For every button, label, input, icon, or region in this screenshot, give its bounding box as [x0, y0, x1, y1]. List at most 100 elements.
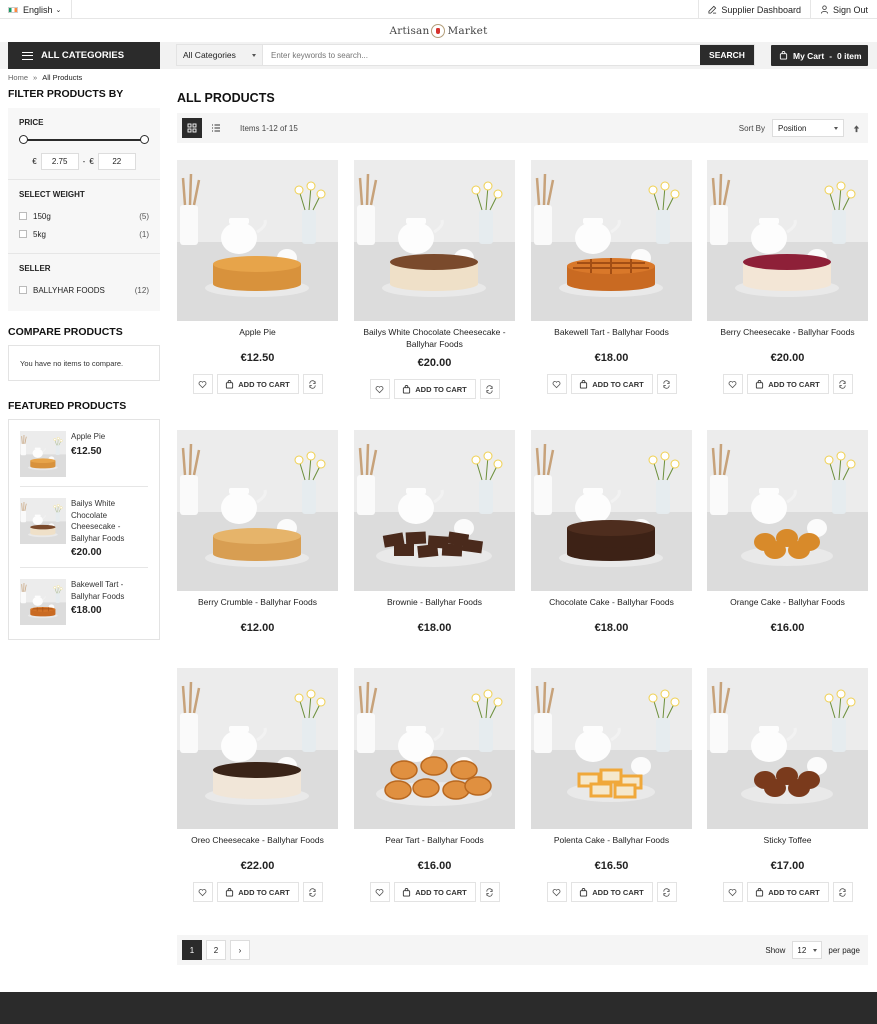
product-name[interactable]: Sticky Toffee	[707, 834, 868, 846]
weight-option[interactable]: 150g (5)	[19, 207, 149, 225]
search-button[interactable]: SEARCH	[700, 45, 754, 65]
add-to-cart-button[interactable]: ADD TO CART	[746, 374, 829, 394]
compare-button[interactable]	[656, 374, 677, 394]
limit-select[interactable]: 12	[792, 941, 823, 959]
search-category-select[interactable]: All Categories	[177, 45, 263, 65]
breadcrumb-home[interactable]: Home	[8, 73, 28, 82]
product-image[interactable]	[354, 160, 515, 321]
product-image[interactable]	[531, 430, 692, 591]
add-to-cart-button[interactable]: ADD TO CART	[570, 882, 653, 902]
wishlist-button[interactable]	[192, 374, 213, 394]
product-name[interactable]: Bakewell Tart - Ballyhar Foods	[531, 326, 692, 338]
product-image[interactable]	[707, 160, 868, 321]
featured-product-image[interactable]	[20, 579, 66, 625]
price-range-separator: -	[82, 157, 86, 166]
add-to-cart-button[interactable]: ADD TO CART	[216, 882, 299, 902]
product-image[interactable]	[177, 430, 338, 591]
product-image[interactable]	[177, 668, 338, 829]
product-image[interactable]	[354, 668, 515, 829]
product-name[interactable]: Chocolate Cake - Ballyhar Foods	[531, 596, 692, 608]
add-to-cart-button[interactable]: ADD TO CART	[393, 882, 476, 902]
sort-select[interactable]: Position	[772, 119, 844, 137]
checkbox[interactable]	[19, 230, 27, 238]
featured-product-name[interactable]: Apple Pie	[71, 431, 105, 443]
compare-button[interactable]	[656, 882, 677, 902]
product-card: Sticky Toffee €17.00 ADD TO CART	[707, 668, 868, 902]
price-slider[interactable]	[19, 135, 149, 145]
wishlist-button[interactable]	[369, 882, 390, 902]
cart-button[interactable]: My Cart - 0 item	[771, 45, 868, 66]
supplier-dashboard-link[interactable]: Supplier Dashboard	[698, 0, 810, 19]
site-logo[interactable]: Artisan Market	[0, 20, 877, 42]
featured-product[interactable]: Apple Pie €12.50	[20, 420, 148, 487]
all-categories-button[interactable]: ALL CATEGORIES	[8, 42, 160, 69]
product-image[interactable]	[177, 160, 338, 321]
compare-button[interactable]	[302, 374, 323, 394]
product-image[interactable]	[707, 668, 868, 829]
page-1-button[interactable]: 1	[182, 940, 202, 960]
product-actions: ADD TO CART	[177, 882, 338, 902]
price-slider-min-handle[interactable]	[19, 135, 28, 144]
product-name[interactable]: Bailys White Chocolate Cheesecake - Ball…	[354, 326, 515, 350]
product-name[interactable]: Pear Tart - Ballyhar Foods	[354, 834, 515, 846]
featured-product-image[interactable]	[20, 431, 66, 477]
wishlist-button[interactable]	[722, 882, 743, 902]
product-image[interactable]	[531, 160, 692, 321]
product-image[interactable]	[707, 430, 868, 591]
sort-direction-button[interactable]	[849, 121, 863, 135]
wishlist-button[interactable]	[546, 882, 567, 902]
product-image[interactable]	[531, 668, 692, 829]
add-to-cart-button[interactable]: ADD TO CART	[746, 882, 829, 902]
sort-value: Position	[778, 123, 807, 133]
wishlist-button[interactable]	[369, 379, 390, 399]
add-to-cart-button[interactable]: ADD TO CART	[216, 374, 299, 394]
product-price: €12.50	[240, 352, 275, 364]
featured-product[interactable]: Bailys White Chocolate Cheesecake - Ball…	[20, 487, 148, 568]
product-image[interactable]	[354, 430, 515, 591]
price-slider-max-handle[interactable]	[140, 135, 149, 144]
featured-product-name[interactable]: Bailys White Chocolate Cheesecake - Ball…	[71, 498, 148, 544]
language-switcher[interactable]: English ⌄	[8, 0, 73, 19]
weight-option-label: 5kg	[33, 229, 46, 239]
checkbox[interactable]	[19, 286, 27, 294]
product-name[interactable]: Brownie - Ballyhar Foods	[354, 596, 515, 608]
menu-icon	[22, 51, 33, 60]
featured-product-image[interactable]	[20, 498, 66, 544]
next-page-button[interactable]: ›	[230, 940, 250, 960]
compare-button[interactable]	[302, 882, 323, 902]
wishlist-button[interactable]	[546, 374, 567, 394]
compare-button[interactable]	[479, 882, 500, 902]
wishlist-button[interactable]	[192, 882, 213, 902]
heart-icon	[552, 888, 561, 896]
product-name[interactable]: Apple Pie	[177, 326, 338, 338]
compare-button[interactable]	[479, 379, 500, 399]
sign-out-link[interactable]: Sign Out	[809, 0, 877, 19]
product-name[interactable]: Oreo Cheesecake - Ballyhar Foods	[177, 834, 338, 846]
seller-option-label: BALLYHAR FOODS	[33, 285, 105, 295]
seller-option[interactable]: BALLYHAR FOODS (12)	[19, 281, 149, 299]
checkbox[interactable]	[19, 212, 27, 220]
wishlist-button[interactable]	[722, 374, 743, 394]
price-min-input[interactable]: 2.75	[40, 153, 79, 170]
search-input[interactable]	[263, 45, 700, 65]
grid-view-button[interactable]	[182, 118, 202, 138]
product-card: Berry Cheesecake - Ballyhar Foods €20.00…	[707, 160, 868, 394]
list-view-button[interactable]	[206, 118, 226, 138]
seller-option-count: (12)	[134, 285, 149, 295]
featured-product-name[interactable]: Bakewell Tart - Ballyhar Foods	[71, 579, 148, 602]
product-name[interactable]: Berry Crumble - Ballyhar Foods	[177, 596, 338, 608]
featured-product-price: €18.00	[71, 605, 102, 616]
product-name[interactable]: Orange Cake - Ballyhar Foods	[707, 596, 868, 608]
featured-product[interactable]: Bakewell Tart - Ballyhar Foods €18.00	[20, 568, 148, 634]
edit-icon	[708, 5, 717, 14]
compare-button[interactable]	[832, 374, 853, 394]
product-name[interactable]: Polenta Cake - Ballyhar Foods	[531, 834, 692, 846]
heart-icon	[728, 888, 737, 896]
compare-button[interactable]	[832, 882, 853, 902]
add-to-cart-button[interactable]: ADD TO CART	[393, 379, 476, 399]
page-2-button[interactable]: 2	[206, 940, 226, 960]
weight-option[interactable]: 5kg (1)	[19, 225, 149, 243]
product-name[interactable]: Berry Cheesecake - Ballyhar Foods	[707, 326, 868, 338]
price-max-input[interactable]: 22	[97, 153, 136, 170]
add-to-cart-button[interactable]: ADD TO CART	[570, 374, 653, 394]
